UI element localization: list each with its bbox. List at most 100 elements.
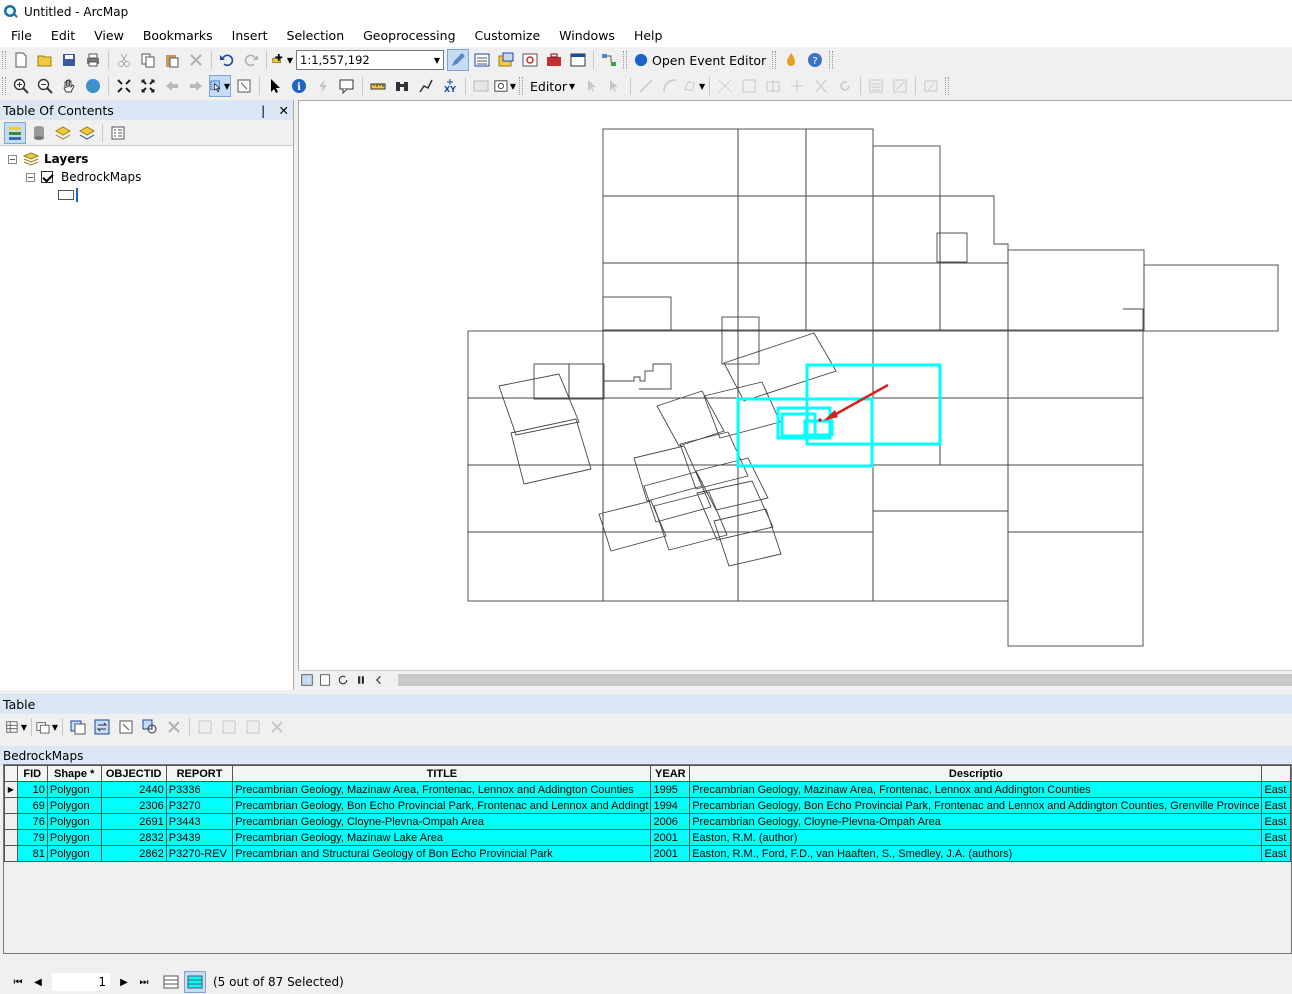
row-selector-current[interactable]: ▶ bbox=[4, 781, 18, 798]
cut-polygons-button[interactable] bbox=[762, 75, 784, 97]
table-row[interactable]: 69 Polygon 2306 P3270 Precambrian Geolog… bbox=[4, 797, 1291, 814]
find-route-button[interactable] bbox=[415, 75, 437, 97]
collapse-icon[interactable]: − bbox=[8, 154, 17, 164]
cell-report[interactable]: P3443 bbox=[165, 813, 234, 830]
table-tab-bedrockmaps[interactable]: BedrockMaps bbox=[0, 746, 1292, 766]
menu-geoprocessing[interactable]: Geoprocessing bbox=[352, 24, 463, 47]
select-by-attributes-button[interactable] bbox=[67, 716, 89, 738]
rotate-button[interactable] bbox=[810, 75, 832, 97]
cell-report[interactable]: P3336 bbox=[165, 781, 234, 798]
cell-objectid[interactable]: 2691 bbox=[100, 813, 167, 830]
measure-button[interactable] bbox=[367, 75, 389, 97]
map-canvas[interactable] bbox=[299, 101, 1292, 670]
cell-descriptio[interactable]: Precambrian Geology, Bon Echo Provincial… bbox=[689, 797, 1263, 814]
table-row[interactable]: 79 Polygon 2832 P3439 Precambrian Geolog… bbox=[4, 829, 1291, 846]
trace-button[interactable]: ▼ bbox=[683, 75, 705, 97]
arctoolbox-button[interactable] bbox=[543, 49, 565, 71]
polygon-symbol-icon[interactable] bbox=[58, 190, 74, 200]
save-button[interactable] bbox=[58, 49, 80, 71]
undo-button[interactable] bbox=[216, 49, 238, 71]
pan-button[interactable] bbox=[58, 75, 80, 97]
zoom-out-button[interactable] bbox=[34, 75, 56, 97]
cell-title[interactable]: Precambrian Geology, Cloyne-Plevna-Ompah… bbox=[232, 813, 652, 830]
cell-year[interactable]: 2006 bbox=[650, 813, 691, 830]
reshape-button[interactable] bbox=[738, 75, 760, 97]
row-selector[interactable] bbox=[4, 797, 18, 814]
attributes-button[interactable] bbox=[865, 75, 887, 97]
cell-extra[interactable]: East bbox=[1261, 781, 1291, 798]
row-selector[interactable] bbox=[4, 829, 18, 846]
hyperlink-button[interactable] bbox=[312, 75, 334, 97]
calculate-field-button[interactable] bbox=[218, 716, 240, 738]
redo-button[interactable] bbox=[240, 49, 262, 71]
menu-windows[interactable]: Windows bbox=[548, 24, 623, 47]
toolbar-grip[interactable] bbox=[772, 51, 777, 69]
toolbar-grip[interactable] bbox=[2, 77, 6, 95]
zoom-in-button[interactable] bbox=[10, 75, 32, 97]
toolbar-grip[interactable] bbox=[519, 77, 523, 95]
previous-record-button[interactable]: ◀ bbox=[28, 977, 48, 988]
create-features-button[interactable] bbox=[920, 75, 942, 97]
delete-selected-button[interactable] bbox=[163, 716, 185, 738]
show-selected-records-button[interactable] bbox=[184, 971, 206, 993]
edit-annotation-button[interactable] bbox=[604, 75, 626, 97]
print-button[interactable] bbox=[82, 49, 104, 71]
cell-report[interactable]: P3270-REV bbox=[165, 845, 234, 862]
column-header[interactable]: REPORT bbox=[165, 765, 234, 782]
fixed-zoom-in-button[interactable] bbox=[113, 75, 135, 97]
search-window-button[interactable] bbox=[519, 49, 541, 71]
go-back-button[interactable] bbox=[161, 75, 183, 97]
editor-toolbar-button[interactable] bbox=[447, 49, 469, 71]
hand-pointer-button[interactable] bbox=[780, 49, 802, 71]
layer-symbol-row[interactable] bbox=[0, 186, 293, 204]
cell-year[interactable]: 2001 bbox=[650, 845, 691, 862]
row-selector[interactable] bbox=[4, 845, 18, 862]
toolbar-grip[interactable] bbox=[623, 51, 627, 69]
catalog-button[interactable] bbox=[495, 49, 517, 71]
endpoint-arc-button[interactable] bbox=[659, 75, 681, 97]
undo-edit-button[interactable] bbox=[834, 75, 856, 97]
cell-year[interactable]: 2001 bbox=[650, 829, 691, 846]
time-slider-button[interactable] bbox=[470, 75, 492, 97]
cell-title[interactable]: Precambrian Geology, Mazinaw Area, Front… bbox=[232, 781, 652, 798]
table-of-contents-button[interactable] bbox=[471, 49, 493, 71]
collapse-icon[interactable]: − bbox=[26, 172, 35, 182]
table-row[interactable]: 76 Polygon 2691 P3443 Precambrian Geolog… bbox=[4, 813, 1291, 830]
copy-button[interactable] bbox=[137, 49, 159, 71]
show-all-records-button[interactable] bbox=[160, 971, 182, 993]
cell-extra[interactable]: East bbox=[1261, 829, 1291, 846]
cell-extra[interactable]: East bbox=[1261, 813, 1291, 830]
column-header[interactable]: FID bbox=[16, 765, 48, 782]
last-record-button[interactable]: ⏭ bbox=[134, 977, 154, 988]
column-header[interactable]: TITLE bbox=[232, 765, 652, 782]
python-window-button[interactable] bbox=[567, 49, 589, 71]
close-icon[interactable]: ✕ bbox=[279, 103, 289, 118]
full-extent-button[interactable] bbox=[82, 75, 104, 97]
refresh-button[interactable] bbox=[335, 673, 351, 687]
current-record-field[interactable]: 1 bbox=[52, 973, 110, 991]
select-elements-button[interactable] bbox=[264, 75, 286, 97]
column-header[interactable]: YEAR bbox=[650, 765, 691, 782]
sketch-properties-button[interactable] bbox=[889, 75, 911, 97]
layer-visibility-checkbox[interactable] bbox=[41, 171, 53, 183]
menu-customize[interactable]: Customize bbox=[464, 24, 549, 47]
straight-segment-button[interactable] bbox=[635, 75, 657, 97]
row-selector-header[interactable] bbox=[4, 765, 18, 782]
cell-shape[interactable]: Polygon bbox=[46, 829, 102, 846]
cell-fid[interactable]: 79 bbox=[16, 829, 48, 846]
table-row[interactable]: ▶ 10 Polygon 2440 P3336 Precambrian Geol… bbox=[4, 781, 1291, 798]
cell-extra[interactable]: East bbox=[1261, 845, 1291, 862]
horizontal-scrollbar[interactable] bbox=[398, 673, 1292, 686]
layers-node[interactable]: − Layers bbox=[0, 150, 293, 168]
clear-selection-button[interactable] bbox=[233, 75, 255, 97]
new-document-button[interactable] bbox=[10, 49, 32, 71]
menu-view[interactable]: View bbox=[83, 24, 132, 47]
go-forward-button[interactable] bbox=[185, 75, 207, 97]
find-button[interactable] bbox=[391, 75, 413, 97]
clear-selection-table-button[interactable] bbox=[115, 716, 137, 738]
cell-fid[interactable]: 76 bbox=[16, 813, 48, 830]
column-header[interactable]: Shape * bbox=[46, 765, 102, 782]
column-header[interactable]: OBJECTID bbox=[100, 765, 167, 782]
open-button[interactable] bbox=[34, 49, 56, 71]
add-field-button[interactable] bbox=[194, 716, 216, 738]
